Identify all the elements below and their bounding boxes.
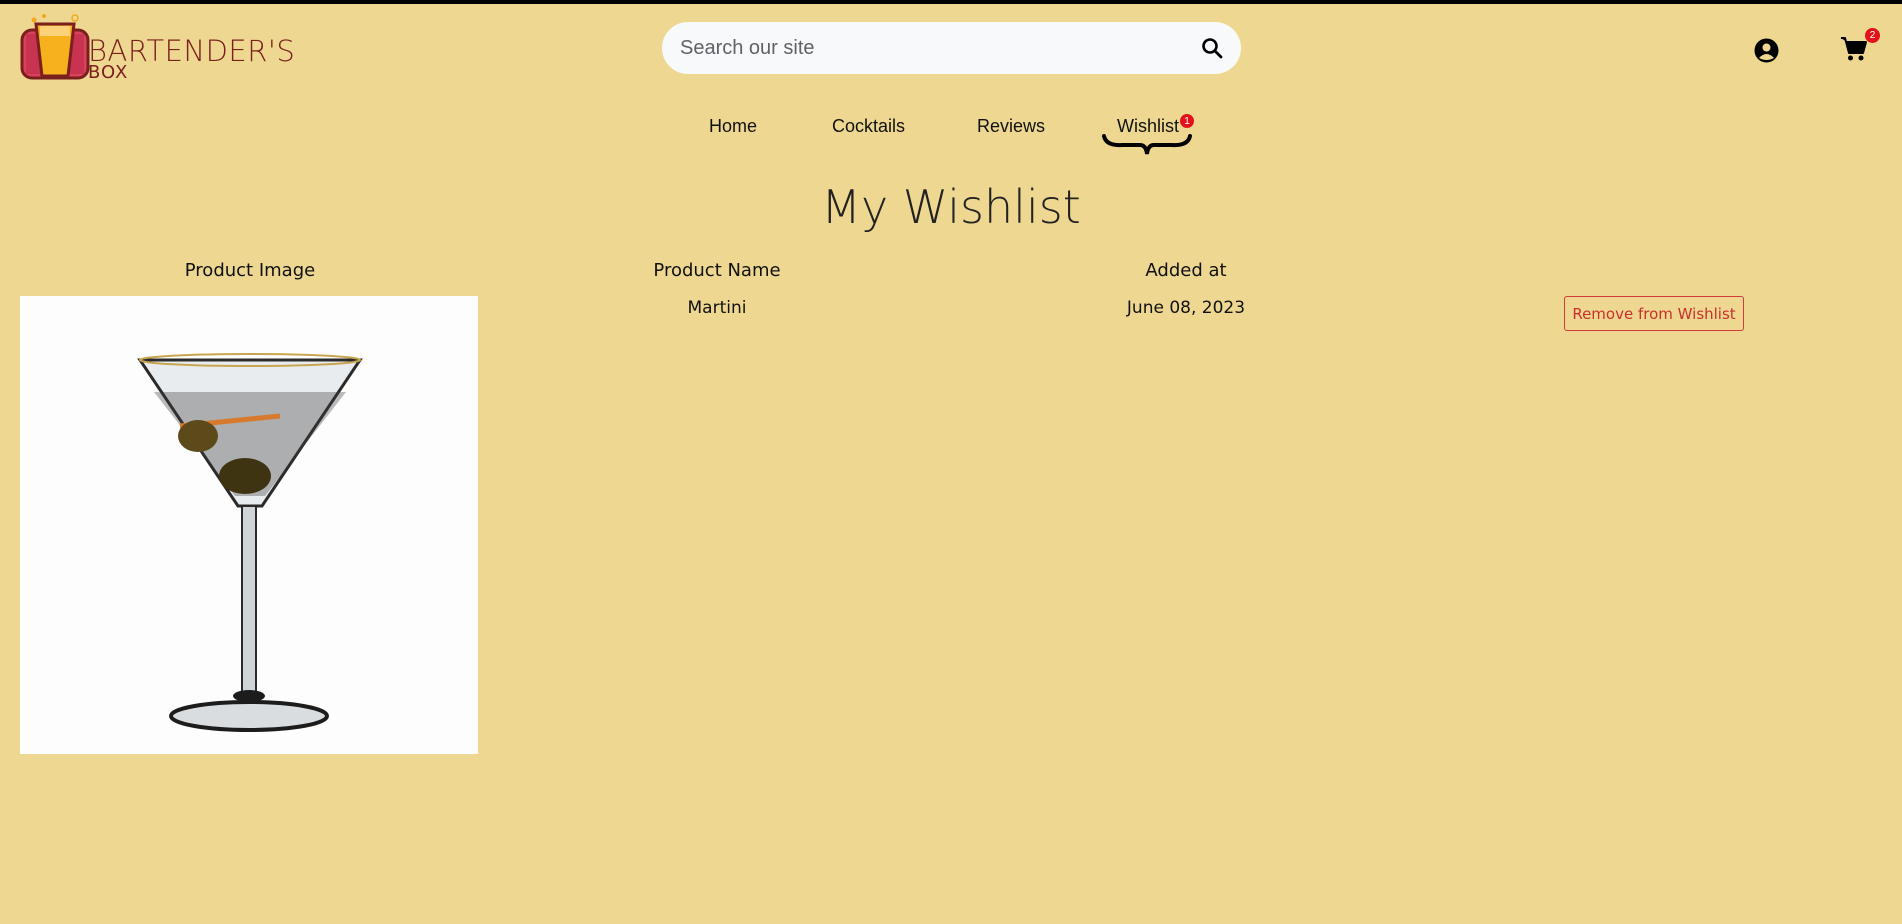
remove-from-wishlist-button[interactable]: Remove from Wishlist <box>1564 296 1744 331</box>
brand-logo[interactable]: BARTENDER'S BOX <box>20 12 295 82</box>
nav-reviews[interactable]: Reviews <box>977 116 1045 137</box>
search-icon[interactable] <box>1201 37 1223 59</box>
cart-count-badge: 2 <box>1865 28 1880 43</box>
column-header-name: Product Name <box>653 260 781 281</box>
active-underline-brace-icon <box>1102 134 1192 155</box>
wishlist-count-badge: 1 <box>1180 114 1194 128</box>
nav-cocktails[interactable]: Cocktails <box>832 116 905 137</box>
nav-home[interactable]: Home <box>709 116 757 137</box>
added-at-date: June 08, 2023 <box>1126 298 1246 318</box>
product-name: Martini <box>687 298 747 318</box>
martini-image <box>20 296 478 754</box>
main-nav: Home Cocktails Reviews Wishlist 1 <box>0 114 1902 156</box>
product-image[interactable] <box>20 296 478 754</box>
column-header-added: Added at <box>1145 260 1227 281</box>
search-bar <box>662 22 1241 74</box>
logo-mark-icon <box>20 14 90 80</box>
cart-icon[interactable] <box>1840 36 1868 62</box>
account-icon[interactable] <box>1754 38 1779 63</box>
page-title: My Wishlist <box>821 180 1081 234</box>
column-header-image: Product Image <box>184 260 316 281</box>
search-input[interactable] <box>680 36 1201 60</box>
